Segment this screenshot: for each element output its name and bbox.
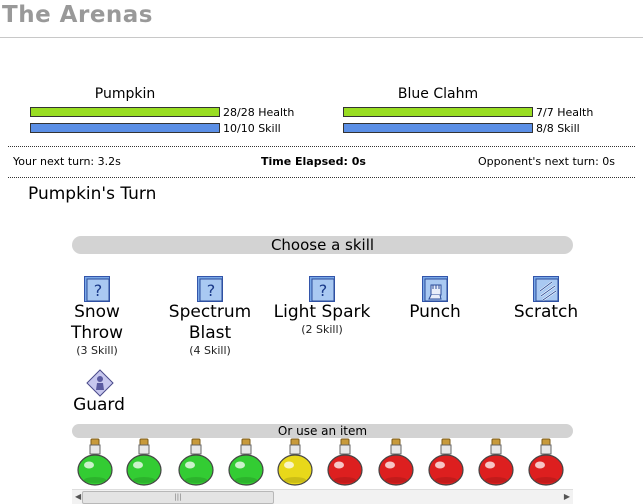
green-potion-icon[interactable] [76,438,114,488]
items-header: Or use an item [72,424,573,438]
svg-text:?: ? [207,281,216,300]
skill-name-line1: Spectrum [168,302,252,322]
red-potion-icon[interactable] [427,438,465,488]
question-mark-icon: ? [197,276,223,302]
opponent-health-text: 7/7 Health [536,106,594,119]
opponent-health-bar [343,107,533,117]
skill-cost: (4 Skill) [189,344,231,357]
skill-name-line1: Punch [409,302,461,322]
opponent-skill-text: 8/8 Skill [536,122,580,135]
red-potion-icon[interactable] [477,438,515,488]
skill-scratch[interactable]: Scratch [506,276,586,323]
guard-icon [86,369,114,397]
yellow-potion-icon[interactable] [276,438,314,488]
current-turn-label: Pumpkin's Turn [28,184,157,204]
divider-bottom [8,177,635,178]
green-potion-icon[interactable] [177,438,215,488]
skills-header: Choose a skill [72,236,573,254]
skill-guard[interactable]: Guard [64,369,134,416]
page-title: The Arenas [2,2,153,28]
skill-name-line1: Snow [74,302,120,322]
scroll-left-arrow[interactable]: ◀ [75,492,81,501]
fist-icon [422,276,448,302]
skill-snow-throw[interactable]: ? Snow Throw (3 Skill) [54,276,140,357]
svg-text:?: ? [94,281,103,300]
red-potion-icon[interactable] [377,438,415,488]
question-mark-icon: ? [309,276,335,302]
opponent-skill-bar [343,123,533,133]
skill-name-line1: Scratch [513,302,579,322]
player-health-bar [30,107,220,117]
skill-name-line1: Light Spark [273,302,371,322]
skill-name-line1: Guard [73,395,125,415]
player-skill-bar [30,123,220,133]
opponent-next-turn: Opponent's next turn: 0s [478,155,616,168]
green-potion-icon[interactable] [227,438,265,488]
skill-punch[interactable]: Punch [400,276,470,323]
red-potion-icon[interactable] [326,438,364,488]
claw-icon [533,276,559,302]
title-divider [0,37,643,38]
skill-light-spark[interactable]: ? Light Spark (2 Skill) [268,276,376,336]
skill-spectrum-blast[interactable]: ? Spectrum Blast (4 Skill) [162,276,258,357]
skill-name-line2: Throw [70,323,124,343]
scroll-thumb[interactable]: ||| [82,491,274,504]
skill-cost: (3 Skill) [76,344,118,357]
skill-name-line2: Blast [188,323,232,343]
time-elapsed: Time Elapsed: 0s [261,155,366,168]
player-name: Pumpkin [94,86,156,102]
scroll-right-arrow[interactable]: ▶ [564,492,570,501]
skill-cost: (2 Skill) [301,323,343,336]
your-next-turn: Your next turn: 3.2s [13,155,121,168]
items-scrollbar[interactable]: ◀ ||| ▶ [72,489,573,504]
player-skill-text: 10/10 Skill [223,122,281,135]
svg-text:?: ? [319,281,328,300]
green-potion-icon[interactable] [125,438,163,488]
divider-top [8,146,635,147]
question-mark-icon: ? [84,276,110,302]
player-health-text: 28/28 Health [223,106,295,119]
red-potion-icon[interactable] [527,438,565,488]
opponent-name: Blue Clahm [397,86,479,102]
